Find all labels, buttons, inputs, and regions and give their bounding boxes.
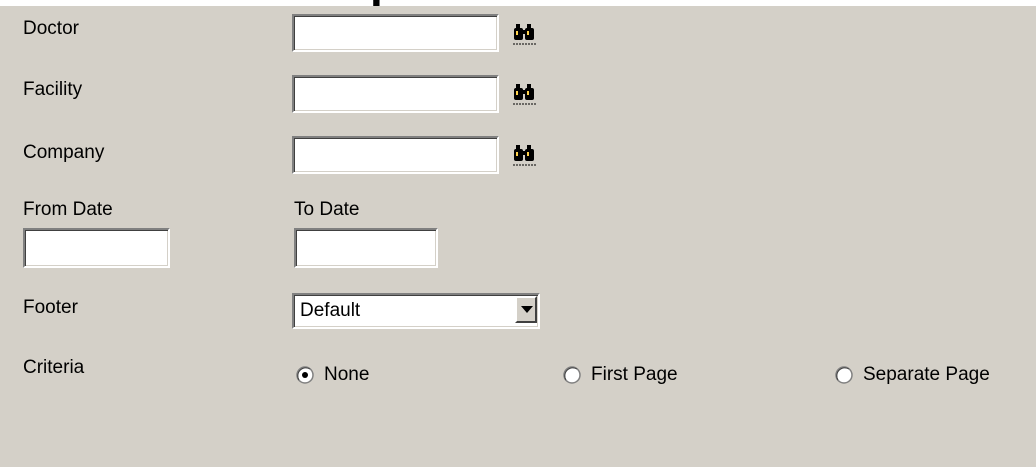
binoculars-icon xyxy=(512,145,538,173)
company-label: Company xyxy=(23,142,105,163)
criteria-first-page-label: First Page xyxy=(591,364,678,385)
footer-select[interactable]: Default xyxy=(292,293,540,329)
header-strip: p xyxy=(0,0,1036,6)
facility-lookup-button[interactable] xyxy=(512,82,538,108)
binoculars-icon xyxy=(512,24,538,52)
report-title-fragment: p xyxy=(370,0,398,4)
radio-selected-icon xyxy=(296,366,314,384)
binoculars-icon xyxy=(512,84,538,112)
facility-label: Facility xyxy=(23,79,83,100)
footer-select-value: Default xyxy=(300,300,361,321)
footer-dropdown-button[interactable] xyxy=(515,296,537,323)
criteria-first-page-radio[interactable]: First Page xyxy=(563,364,723,388)
criteria-separate-page-radio[interactable]: Separate Page xyxy=(835,364,1025,388)
from-date-field[interactable] xyxy=(23,228,170,268)
company-lookup-button[interactable] xyxy=(512,143,538,169)
doctor-field[interactable] xyxy=(292,14,499,52)
to-date-label: To Date xyxy=(294,199,360,220)
doctor-lookup-button[interactable] xyxy=(512,22,538,48)
criteria-none-label: None xyxy=(324,364,370,385)
criteria-separate-page-label: Separate Page xyxy=(863,364,990,385)
radio-unselected-icon xyxy=(563,366,581,384)
radio-unselected-icon xyxy=(835,366,853,384)
chevron-down-icon xyxy=(521,306,533,313)
criteria-label: Criteria xyxy=(23,357,85,378)
criteria-none-radio[interactable]: None xyxy=(296,364,416,388)
company-field[interactable] xyxy=(292,136,499,174)
facility-field[interactable] xyxy=(292,75,499,113)
from-date-label: From Date xyxy=(23,199,113,220)
doctor-label: Doctor xyxy=(23,18,79,39)
footer-label: Footer xyxy=(23,297,78,318)
to-date-field[interactable] xyxy=(294,228,438,268)
